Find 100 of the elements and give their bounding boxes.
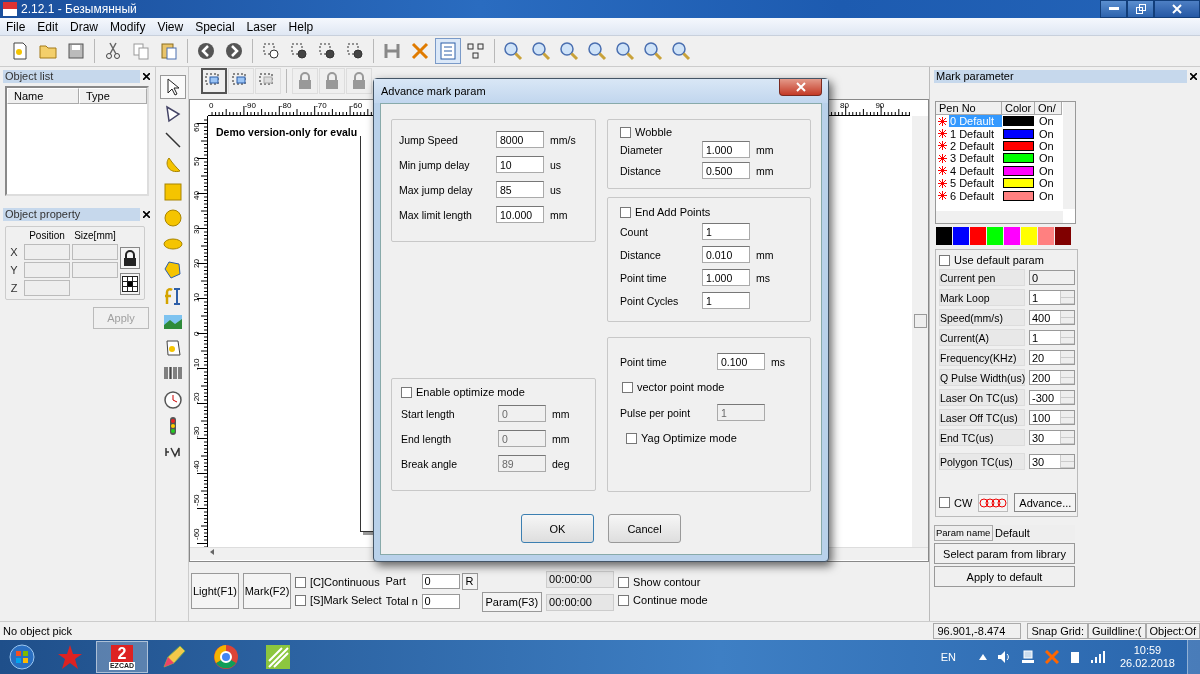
option-checkbox[interactable]: Continue mode xyxy=(618,594,708,606)
param-spin-field[interactable]: -300 xyxy=(1029,390,1075,405)
palette-swatch[interactable] xyxy=(1038,227,1054,245)
menu-item[interactable]: Special xyxy=(189,19,241,34)
reset-button[interactable]: R xyxy=(461,572,478,590)
palette-swatch[interactable] xyxy=(970,227,986,245)
optimize-checkbox[interactable]: Enable optimize mode xyxy=(401,386,595,398)
param-spin-field[interactable]: 400 xyxy=(1029,310,1075,325)
pen-name[interactable]: 4 Default xyxy=(949,164,1002,177)
palette-swatch[interactable] xyxy=(1055,227,1071,245)
panel-button[interactable]: Select param from library xyxy=(934,543,1075,564)
part-field[interactable]: 0 xyxy=(421,573,460,589)
param-spin-field[interactable]: 30 xyxy=(1029,454,1075,469)
yag-optimize-checkbox[interactable]: Yag Optimize mode xyxy=(626,432,810,444)
position-field[interactable] xyxy=(24,280,70,296)
total-field[interactable]: 0 xyxy=(421,593,460,609)
input-field[interactable]: 0.100 xyxy=(717,353,765,370)
circle-tool-icon[interactable] xyxy=(161,207,185,229)
mark-button[interactable]: Mark(F2) xyxy=(243,573,291,609)
pen-name[interactable]: 2 Default xyxy=(949,139,1002,152)
object-list[interactable]: Name Type xyxy=(5,86,149,196)
input-field[interactable]: 1 xyxy=(702,292,750,309)
param-spin-field[interactable]: 100 xyxy=(1029,410,1075,425)
list-icon[interactable] xyxy=(435,38,461,64)
input-field[interactable]: 8000 xyxy=(496,131,544,148)
menu-item[interactable]: Modify xyxy=(104,19,152,34)
input-field[interactable]: 85 xyxy=(496,181,544,198)
network-icon[interactable] xyxy=(1020,650,1035,664)
select-tool-icon[interactable] xyxy=(201,68,227,94)
close-button[interactable] xyxy=(779,79,822,96)
minimize-button[interactable] xyxy=(1100,0,1127,18)
column-header[interactable]: Type xyxy=(79,88,147,104)
input-field[interactable]: 1.000 xyxy=(702,269,750,286)
palette-swatch[interactable] xyxy=(1004,227,1020,245)
pointer-tool-icon[interactable] xyxy=(160,75,186,99)
input-field[interactable]: 0.010 xyxy=(702,246,750,263)
cw-checkbox[interactable]: CW xyxy=(939,496,973,509)
language-indicator[interactable]: EN xyxy=(940,651,956,663)
horizontal-scrollbar[interactable] xyxy=(936,211,1063,223)
clock-tool-icon[interactable] xyxy=(161,389,185,411)
pen-name[interactable]: 5 Default xyxy=(949,177,1002,190)
close-button[interactable] xyxy=(1154,0,1200,18)
signal-icon[interactable] xyxy=(1090,651,1105,663)
menu-item[interactable]: File xyxy=(0,19,32,34)
column-header[interactable]: Name xyxy=(7,88,79,104)
pen-name[interactable]: 6 Default xyxy=(949,189,1002,202)
vertical-scrollbar[interactable] xyxy=(1063,102,1075,209)
position-field[interactable] xyxy=(24,262,70,278)
palette-swatch[interactable] xyxy=(953,227,969,245)
param-spin-field[interactable]: 20 xyxy=(1029,350,1075,365)
speaker-icon[interactable] xyxy=(996,650,1011,664)
restore-button[interactable] xyxy=(1127,0,1154,18)
input-field[interactable]: 1 xyxy=(702,223,750,240)
menu-item[interactable]: View xyxy=(151,19,190,34)
mode-checkbox[interactable]: [C]Continuous xyxy=(295,576,382,588)
field-label: Point time xyxy=(620,271,668,284)
input-field[interactable]: 10 xyxy=(496,156,544,173)
param-button[interactable]: Param(F3) xyxy=(481,592,543,612)
input-field[interactable]: 10.000 xyxy=(496,206,544,223)
ok-button[interactable]: OK xyxy=(521,514,594,543)
menu-item[interactable]: Help xyxy=(282,19,320,34)
close-icon[interactable] xyxy=(143,73,150,80)
close-icon[interactable] xyxy=(143,211,150,218)
column-header[interactable]: Pen No xyxy=(936,102,1002,115)
palette-swatch[interactable] xyxy=(987,227,1003,245)
param-spin-field[interactable]: 200 xyxy=(1029,370,1075,385)
lock-button[interactable] xyxy=(120,247,140,269)
input-field[interactable]: 0.500 xyxy=(702,162,750,179)
scroll-left-icon[interactable] xyxy=(210,549,214,555)
advance-button[interactable]: Advance... xyxy=(1014,493,1077,512)
panel-button[interactable]: Apply to default xyxy=(934,566,1075,587)
end-add-points-checkbox[interactable]: End Add Points xyxy=(620,206,810,218)
use-default-checkbox[interactable]: Use default param xyxy=(939,254,1077,266)
menu-item[interactable]: Draw xyxy=(64,19,105,34)
menu-item[interactable]: Laser xyxy=(240,19,283,34)
pen-name[interactable]: 1 Default xyxy=(949,127,1002,140)
light-button[interactable]: Light(F1) xyxy=(191,573,239,609)
wobble-pattern-button[interactable] xyxy=(978,493,1009,512)
cancel-button[interactable]: Cancel xyxy=(608,514,681,543)
pen-name[interactable]: 3 Default xyxy=(949,152,1002,165)
palette-swatch[interactable] xyxy=(1021,227,1037,245)
wobble-checkbox[interactable]: Wobble xyxy=(620,126,810,138)
anchor-grid-button[interactable] xyxy=(120,273,140,295)
vector-point-checkbox[interactable]: vector point mode xyxy=(622,381,810,393)
param-spin-field[interactable]: 30 xyxy=(1029,430,1075,445)
close-icon[interactable] xyxy=(1190,73,1197,80)
size-field[interactable] xyxy=(72,244,118,260)
menu-item[interactable]: Edit xyxy=(31,19,65,34)
tray-arrow-icon[interactable] xyxy=(978,654,987,660)
param-spin-field[interactable]: 1 xyxy=(1029,290,1075,305)
vertical-scrollbar[interactable] xyxy=(912,116,928,547)
palette-swatch[interactable] xyxy=(936,227,952,245)
position-field[interactable] xyxy=(24,244,70,260)
column-header[interactable]: Color xyxy=(1002,102,1035,115)
option-checkbox[interactable]: Show contour xyxy=(618,576,708,588)
param-spin-field[interactable]: 1 xyxy=(1029,330,1075,345)
input-field[interactable]: 1.000 xyxy=(702,141,750,158)
size-field[interactable] xyxy=(72,262,118,278)
column-header[interactable]: On/ xyxy=(1035,102,1062,115)
mode-checkbox[interactable]: [S]Mark Select xyxy=(295,594,382,606)
